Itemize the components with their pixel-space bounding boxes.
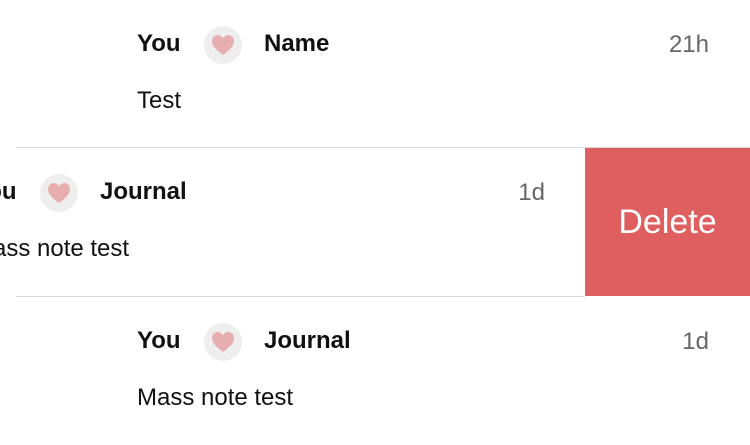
- heart-icon: [204, 323, 242, 361]
- note-recipient: Journal: [100, 178, 187, 205]
- note-text: Test: [137, 87, 182, 114]
- note-time: 21h: [668, 31, 709, 58]
- note-time: 1d: [518, 179, 545, 206]
- note-content: You Journal 1d Mass note test: [0, 148, 545, 296]
- note-content: You Name 21h Test: [137, 0, 709, 148]
- note-recipient: Name: [264, 30, 330, 57]
- delete-button[interactable]: Delete: [585, 148, 750, 296]
- note-row[interactable]: You Journal 1d Mass note test: [0, 297, 750, 445]
- note-content: You Journal 1d Mass note test: [137, 297, 709, 445]
- note-meta: You Journal 1d: [0, 174, 545, 214]
- note-meta: You Name 21h: [137, 26, 709, 66]
- note-row[interactable]: You Name 21h Test: [0, 0, 750, 148]
- note-text: Mass note test: [137, 384, 294, 411]
- heart-icon: [204, 26, 242, 64]
- heart-icon: [40, 174, 78, 212]
- note-row-swiped[interactable]: You Journal 1d Mass note test Delete: [0, 148, 750, 296]
- note-recipient: Journal: [264, 327, 351, 354]
- note-sender: You: [137, 327, 181, 354]
- note-meta: You Journal 1d: [137, 323, 709, 363]
- notes-list-screen: { "notes": [ {"sender":"You","recipient"…: [0, 0, 750, 443]
- note-text: Mass note test: [0, 235, 130, 262]
- note-sender: You: [0, 178, 17, 205]
- note-time: 1d: [682, 328, 709, 355]
- note-sender: You: [137, 30, 181, 57]
